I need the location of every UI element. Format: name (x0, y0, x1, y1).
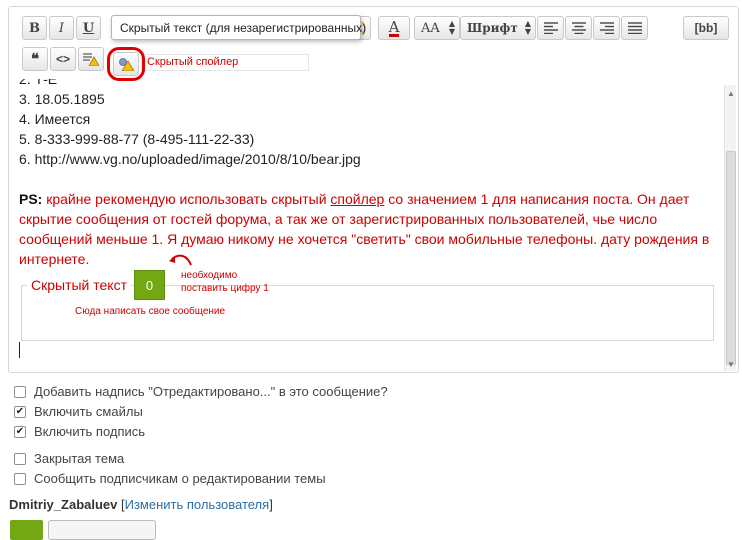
underline-button[interactable]: U (76, 16, 101, 40)
secondary-button[interactable] (48, 520, 156, 540)
align-right-icon (599, 22, 614, 34)
align-left-icon (543, 22, 558, 34)
spoiler-word: спойлер (330, 191, 385, 207)
align-justify-button[interactable] (621, 16, 648, 40)
align-center-button[interactable] (565, 16, 592, 40)
annotation-arrow-icon (169, 254, 192, 266)
spoiler-value-badge: 0 (134, 270, 165, 300)
smilies-checkbox[interactable]: ✔ (14, 405, 26, 418)
content-line: 3. 18.05.1895 (19, 91, 105, 107)
option-label: Закрытая тема (34, 451, 125, 466)
option-signature[interactable]: ✔ Включить подпись (14, 424, 145, 439)
align-justify-icon (627, 22, 642, 34)
option-edit-note[interactable]: Добавить надпись "Отредактировано..." в … (14, 384, 388, 399)
bold-button[interactable]: B (22, 16, 47, 40)
font-name-select[interactable]: Шрифт ▲ ▼ (460, 16, 536, 40)
align-left-button[interactable] (537, 16, 564, 40)
bracket: ] (269, 497, 273, 512)
notify-subscribers-checkbox[interactable] (14, 472, 26, 485)
content-line: 5. 8-333-999-88-77 (8-495-111-22-33) (19, 131, 255, 147)
option-label: Включить смайлы (34, 404, 143, 419)
signature-checkbox[interactable]: ✔ (14, 425, 26, 438)
quote-button[interactable]: ❝ (22, 47, 48, 71)
select-arrows-icon: ▲ ▼ (524, 19, 531, 36)
bbcode-toggle-button[interactable]: [bb] (683, 16, 729, 40)
post-author: Dmitriy_Zabaluev [Изменить пользователя] (9, 497, 273, 512)
hidden-spoiler-annotation: Скрытый спойлер (143, 54, 309, 71)
font-size-label: AA (421, 20, 440, 36)
quote-icon: ❝ (30, 50, 40, 68)
message-editor: B I U ☺ A AA ▲▼ Шрифт ▲▼ [bb] (8, 6, 739, 373)
hidden-list-button[interactable] (78, 47, 104, 71)
align-center-icon (571, 22, 586, 34)
change-user-link[interactable]: Изменить пользователя (125, 497, 270, 512)
font-color-icon: A (388, 17, 400, 37)
annotation-need-line2: поставить цифру 1 (181, 283, 269, 294)
option-label: Включить подпись (34, 424, 146, 439)
ps-paragraph: PS: крайне рекомендую использовать скрыт… (19, 189, 717, 269)
content-line: 4. Имеется (19, 111, 91, 127)
font-name-label: Шрифт (467, 21, 518, 35)
option-label: Добавить надпись "Отредактировано..." в … (34, 384, 388, 399)
option-smilies[interactable]: ✔ Включить смайлы (14, 404, 143, 419)
scroll-down-icon[interactable]: ▼ (727, 360, 735, 369)
highlight-circle (107, 47, 145, 81)
closed-topic-checkbox[interactable] (14, 452, 26, 465)
content-line: 6. http://www.vg.no/uploaded/image/2010/… (19, 151, 361, 167)
hidden-text-tooltip: Скрытый текст (для незарегистрированных) (111, 15, 366, 40)
hidden-spoiler-legend: Скрытый текст (27, 277, 132, 293)
ps-label: PS: (19, 191, 43, 207)
bracket: [ (117, 497, 125, 512)
edit-note-checkbox[interactable] (14, 385, 26, 398)
editor-scrollbar[interactable]: ▲ ▼ (724, 85, 736, 371)
italic-button[interactable]: I (49, 16, 74, 40)
option-label: Сообщить подписчикам о редактировании те… (34, 471, 326, 486)
text-cursor (19, 342, 20, 358)
align-right-button[interactable] (593, 16, 620, 40)
scroll-up-icon[interactable]: ▲ (727, 89, 735, 98)
annotation-write-here: Сюда написать свое сообщение (75, 306, 226, 317)
ps-text-part: крайне рекомендую использовать скрытый (42, 191, 331, 207)
list-warning-icon (83, 53, 99, 66)
author-name: Dmitriy_Zabaluev (9, 497, 118, 512)
annotation-need-line1: необходимо (181, 270, 238, 281)
select-arrows-icon: ▲ ▼ (448, 19, 455, 36)
scrollbar-thumb[interactable] (726, 151, 736, 365)
code-icon: <> (55, 52, 70, 66)
font-color-button[interactable]: A (378, 16, 410, 40)
font-size-select[interactable]: AA ▲ ▼ (414, 16, 460, 40)
submit-button[interactable] (10, 520, 43, 540)
code-button[interactable]: <> (50, 47, 76, 71)
option-notify-subscribers[interactable]: Сообщить подписчикам о редактировании те… (14, 471, 326, 486)
option-closed-topic[interactable]: Закрытая тема (14, 451, 124, 466)
